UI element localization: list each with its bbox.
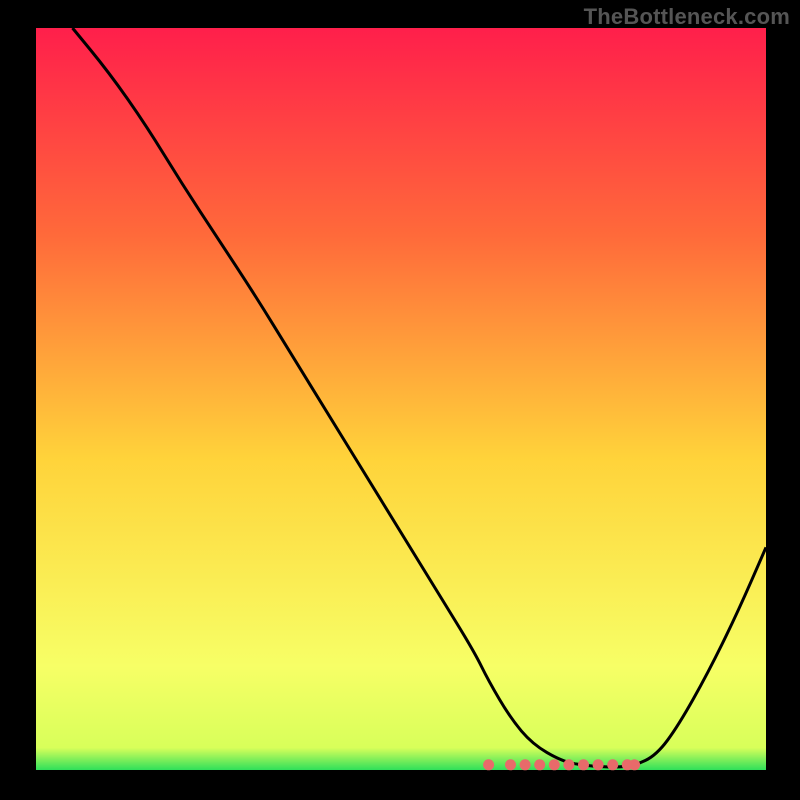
optimal-dot xyxy=(483,759,494,770)
optimal-dot xyxy=(578,759,589,770)
optimal-dot xyxy=(520,759,531,770)
optimal-dot xyxy=(629,759,640,770)
optimal-dot xyxy=(593,759,604,770)
bottleneck-chart xyxy=(0,0,800,800)
optimal-dot xyxy=(505,759,516,770)
chart-container: TheBottleneck.com xyxy=(0,0,800,800)
optimal-dot xyxy=(563,759,574,770)
plot-area xyxy=(36,28,766,770)
watermark-text: TheBottleneck.com xyxy=(584,4,790,30)
optimal-dot xyxy=(549,759,560,770)
optimal-dot xyxy=(607,759,618,770)
optimal-dot xyxy=(534,759,545,770)
